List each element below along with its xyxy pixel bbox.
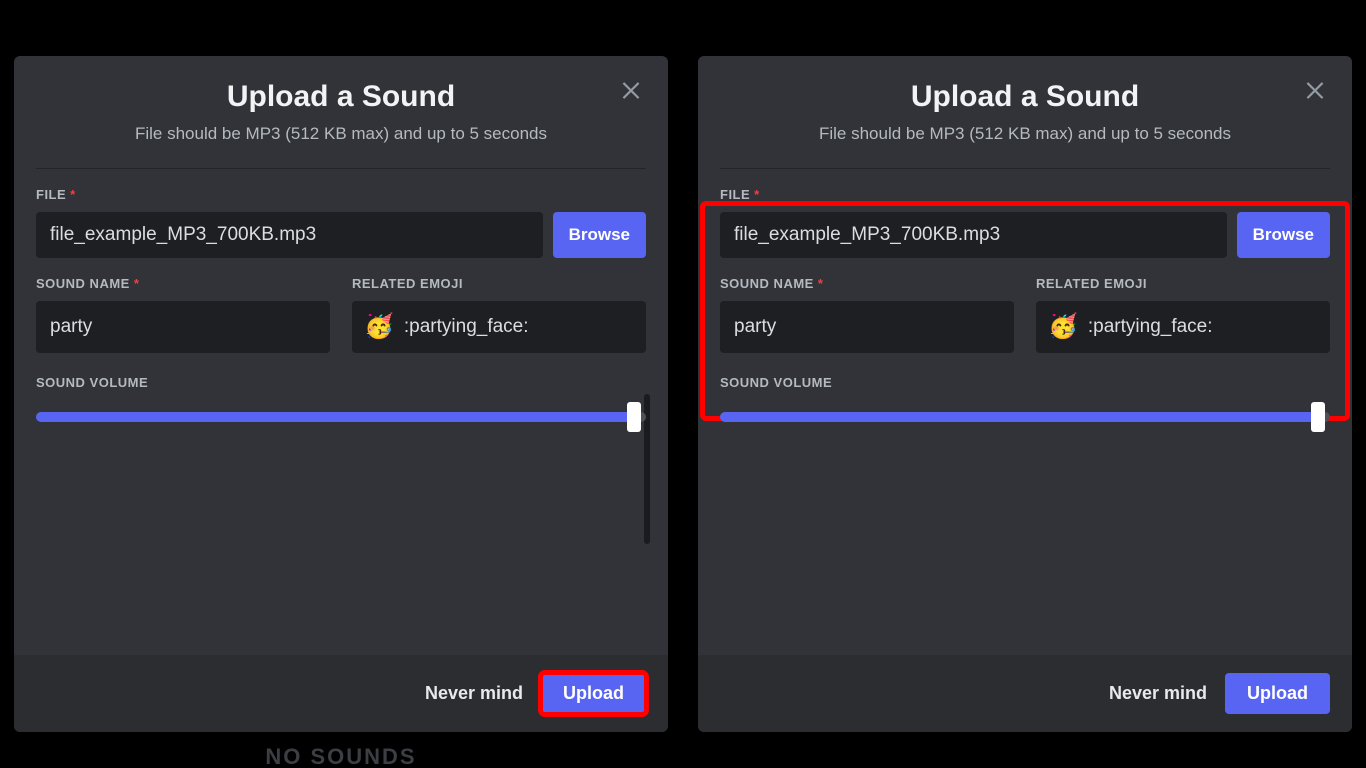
volume-label: SOUND VOLUME — [36, 375, 646, 390]
sound-name-label: SOUND NAME* — [36, 276, 330, 291]
volume-slider[interactable] — [720, 412, 1330, 422]
dialog-subtitle: File should be MP3 (512 KB max) and up t… — [726, 124, 1324, 144]
dialog-title: Upload a Sound — [726, 80, 1324, 114]
volume-slider-thumb[interactable] — [627, 402, 641, 432]
volume-slider[interactable] — [36, 412, 646, 422]
dialog-subtitle: File should be MP3 (512 KB max) and up t… — [42, 124, 640, 144]
emoji-label: RELATED EMOJI — [1036, 276, 1330, 291]
dialog-footer: Never mind Upload — [698, 655, 1352, 732]
emoji-picker[interactable]: 🥳 :partying_face: — [352, 301, 646, 353]
dialog-body: FILE* Browse SOUND NAME* RELATED EMOJI 🥳 — [698, 169, 1352, 655]
sound-name-input[interactable] — [36, 301, 330, 353]
emoji-label: RELATED EMOJI — [352, 276, 646, 291]
volume-slider-thumb[interactable] — [1311, 402, 1325, 432]
sound-name-col: SOUND NAME* — [720, 276, 1014, 353]
partying-face-icon: 🥳 — [364, 315, 394, 339]
file-label: FILE* — [36, 187, 646, 202]
emoji-col: RELATED EMOJI 🥳 :partying_face: — [352, 276, 646, 353]
dialog-header: Upload a Sound File should be MP3 (512 K… — [698, 56, 1352, 160]
upload-sound-dialog: Upload a Sound File should be MP3 (512 K… — [698, 56, 1352, 732]
emoji-code: :partying_face: — [1088, 316, 1213, 338]
dialog-footer: Never mind Upload — [14, 655, 668, 732]
volume-slider-fill — [720, 412, 1318, 422]
emoji-picker[interactable]: 🥳 :partying_face: — [1036, 301, 1330, 353]
emoji-code: :partying_face: — [404, 316, 529, 338]
file-label: FILE* — [720, 187, 1330, 202]
dialog-body: FILE* Browse SOUND NAME* RELATED EMOJI 🥳 — [14, 169, 668, 655]
file-row: Browse — [720, 212, 1330, 258]
upload-button[interactable]: Upload — [541, 673, 646, 714]
dialog-header: Upload a Sound File should be MP3 (512 K… — [14, 56, 668, 160]
close-button[interactable] — [1300, 74, 1330, 104]
file-input[interactable] — [36, 212, 543, 258]
panel-right: Upload a Sound File should be MP3 (512 K… — [682, 0, 1366, 768]
background-empty-text: NO SOUNDS — [265, 744, 416, 768]
close-icon — [618, 76, 644, 102]
close-icon — [1302, 76, 1328, 102]
upload-button[interactable]: Upload — [1225, 673, 1330, 714]
volume-label: SOUND VOLUME — [720, 375, 1330, 390]
upload-sound-dialog: Upload a Sound File should be MP3 (512 K… — [14, 56, 668, 732]
sound-name-input[interactable] — [720, 301, 1014, 353]
dialog-title: Upload a Sound — [42, 80, 640, 114]
panel-left: Upload a Sound File should be MP3 (512 K… — [0, 0, 682, 768]
partying-face-icon: 🥳 — [1048, 315, 1078, 339]
emoji-col: RELATED EMOJI 🥳 :partying_face: — [1036, 276, 1330, 353]
sound-name-col: SOUND NAME* — [36, 276, 330, 353]
file-input[interactable] — [720, 212, 1227, 258]
nevermind-button[interactable]: Never mind — [425, 683, 523, 704]
nevermind-button[interactable]: Never mind — [1109, 683, 1207, 704]
sound-name-label: SOUND NAME* — [720, 276, 1014, 291]
browse-button[interactable]: Browse — [553, 212, 646, 258]
volume-slider-fill — [36, 412, 634, 422]
close-button[interactable] — [616, 74, 646, 104]
browse-button[interactable]: Browse — [1237, 212, 1330, 258]
file-row: Browse — [36, 212, 646, 258]
